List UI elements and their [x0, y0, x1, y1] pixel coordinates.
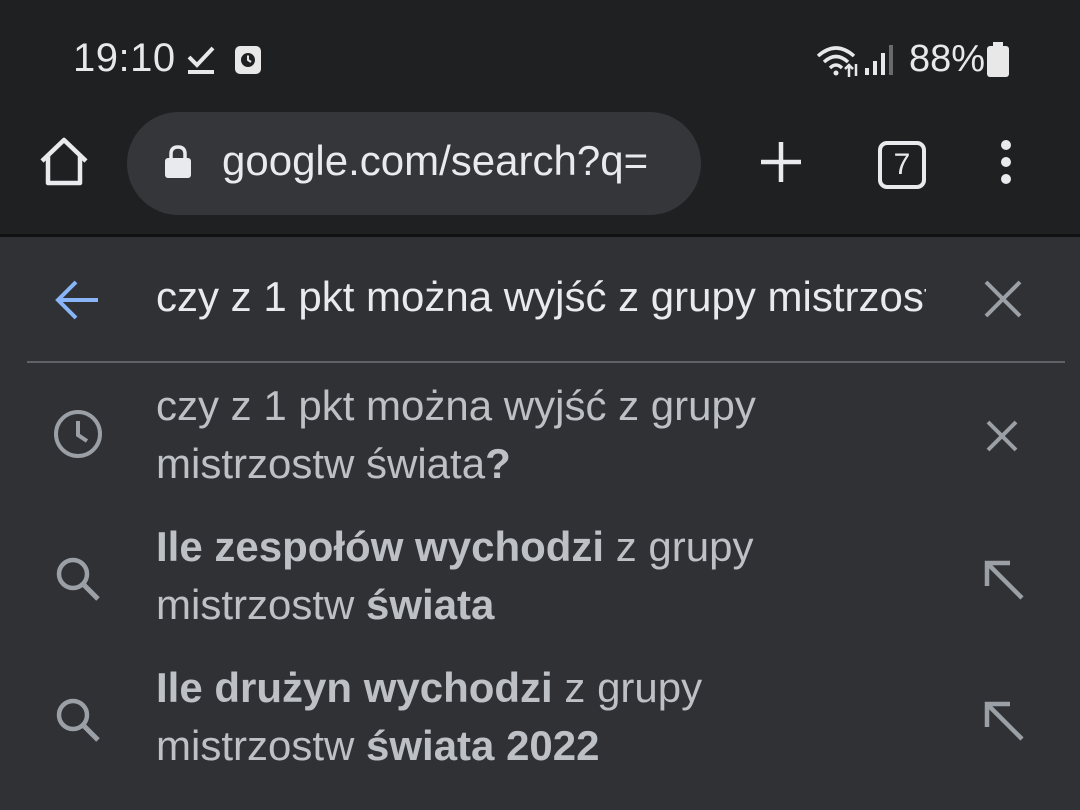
clock-app-icon	[234, 45, 262, 80]
more-vert-icon[interactable]	[992, 139, 1020, 190]
suggestion-line-2: mistrzostw świata 2022	[156, 717, 956, 775]
lock-icon[interactable]	[163, 144, 193, 185]
suggestion-history[interactable]: czy z 1 pkt można wyjść z grupy mistrzos…	[0, 369, 1080, 509]
check-icon	[186, 45, 216, 80]
text-segment: mistrzostw świata	[156, 440, 486, 487]
text-segment: mistrzostw	[156, 581, 366, 628]
status-bar: 19:10 88%	[0, 0, 1080, 112]
remove-x-icon[interactable]	[985, 419, 1019, 458]
bold-segment: Ile zespołów wychodzi	[156, 523, 605, 570]
plus-icon[interactable]	[758, 139, 804, 190]
search-icon	[51, 693, 105, 752]
history-clock-icon	[51, 407, 105, 466]
text-segment: z grupy	[604, 523, 754, 570]
bold-segment: świata	[366, 581, 495, 628]
suggestion-text: czy z 1 pkt można wyjść z grupy mistrzos…	[156, 377, 956, 493]
battery-icon	[986, 42, 1010, 83]
browser-toolbar: google.com/search?q= 7	[0, 112, 1080, 234]
suggestion-line-1: Ile drużyn wychodzi z grupy	[156, 659, 956, 717]
text-segment: z grupy	[552, 664, 703, 711]
bold-segment: świata 2022	[366, 722, 600, 769]
suggestion-search[interactable]: Ile drużyn wychodzi z grupy mistrzostw ś…	[0, 651, 1080, 791]
text-segment: mistrzostw	[156, 722, 366, 769]
home-icon[interactable]	[36, 135, 92, 189]
text-segment: czy z 1 pkt można wyjść z grupy	[156, 382, 756, 429]
omnibox-panel: czy z 1 pkt można wyjść z grupy mistrzos…	[0, 237, 1080, 810]
signal-icon	[864, 44, 896, 81]
back-arrow-icon[interactable]	[54, 279, 100, 326]
url-text: google.com/search?q=	[222, 137, 649, 184]
omnibox-divider	[27, 361, 1065, 363]
suggestion-search[interactable]: Ile zespołów wychodzi z grupy mistrzostw…	[0, 510, 1080, 650]
address-bar[interactable]: google.com/search?q=	[127, 112, 701, 215]
phone-screen: 19:10 88% google.com/search?q= 7 czy z 1…	[0, 0, 1080, 810]
battery-percent: 88%	[909, 38, 986, 80]
status-time: 19:10	[73, 36, 176, 80]
suggestion-text: Ile zespołów wychodzi z grupy mistrzostw…	[156, 518, 956, 634]
wifi-icon	[816, 44, 858, 83]
tab-switcher-button[interactable]: 7	[878, 141, 926, 189]
arrow-up-left-icon[interactable]	[980, 697, 1026, 748]
search-icon	[51, 552, 105, 611]
close-icon[interactable]	[983, 279, 1023, 324]
suggestion-text: Ile drużyn wychodzi z grupy mistrzostw ś…	[156, 659, 956, 775]
suggestion-line-2: mistrzostw świata?	[156, 435, 956, 493]
suggestion-line-1: Ile zespołów wychodzi z grupy	[156, 518, 956, 576]
bold-segment: Ile drużyn wychodzi	[156, 664, 553, 711]
suggestion-line-1: czy z 1 pkt można wyjść z grupy	[156, 377, 956, 435]
bold-segment: ?	[485, 440, 511, 487]
arrow-up-left-icon[interactable]	[980, 556, 1026, 607]
suggestion-line-2: mistrzostw świata	[156, 576, 956, 634]
omnibox-input[interactable]: czy z 1 pkt można wyjść z grupy mistrzos…	[156, 273, 926, 321]
